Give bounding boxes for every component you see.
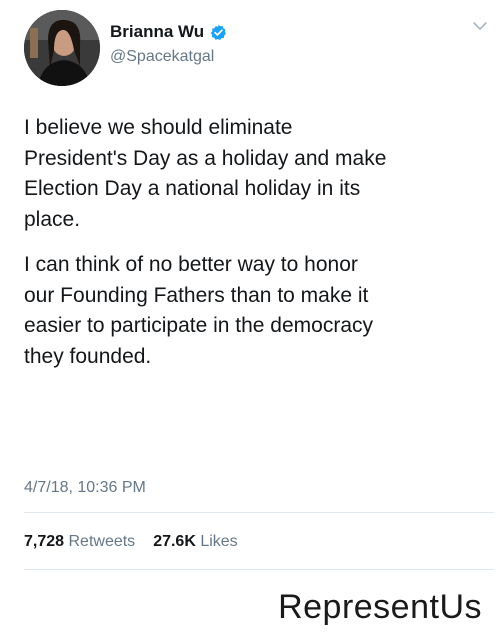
likes-stat[interactable]: 27.6K Likes <box>153 533 238 551</box>
display-name[interactable]: Brianna Wu <box>110 22 204 42</box>
likes-label: Likes <box>200 533 238 550</box>
tweet-text: I believe we should eliminate President'… <box>24 113 484 372</box>
name-row: Brianna Wu <box>110 22 227 42</box>
avatar-image <box>24 10 100 86</box>
tweet-paragraph: I can think of no better way to honor ou… <box>24 253 374 368</box>
watermark: RepresentUs <box>278 588 482 626</box>
user-handle[interactable]: @Spacekatgal <box>110 48 214 66</box>
divider <box>24 512 494 513</box>
tweet-stats: 7,728 Retweets 27.6K Likes <box>24 533 238 551</box>
chevron-down-icon[interactable] <box>472 18 488 34</box>
tweet-timestamp[interactable]: 4/7/18, 10:36 PM <box>24 479 146 497</box>
retweets-stat[interactable]: 7,728 Retweets <box>24 533 135 551</box>
tweet-paragraph: I believe we should eliminate President'… <box>24 116 387 231</box>
tweet-header: Brianna Wu @Spacekatgal <box>22 10 492 90</box>
likes-count: 27.6K <box>153 533 201 550</box>
verified-badge-icon <box>210 24 227 41</box>
divider <box>24 569 494 570</box>
retweets-label: Retweets <box>68 533 136 550</box>
avatar[interactable] <box>24 10 100 86</box>
retweets-count: 7,728 <box>24 533 69 550</box>
